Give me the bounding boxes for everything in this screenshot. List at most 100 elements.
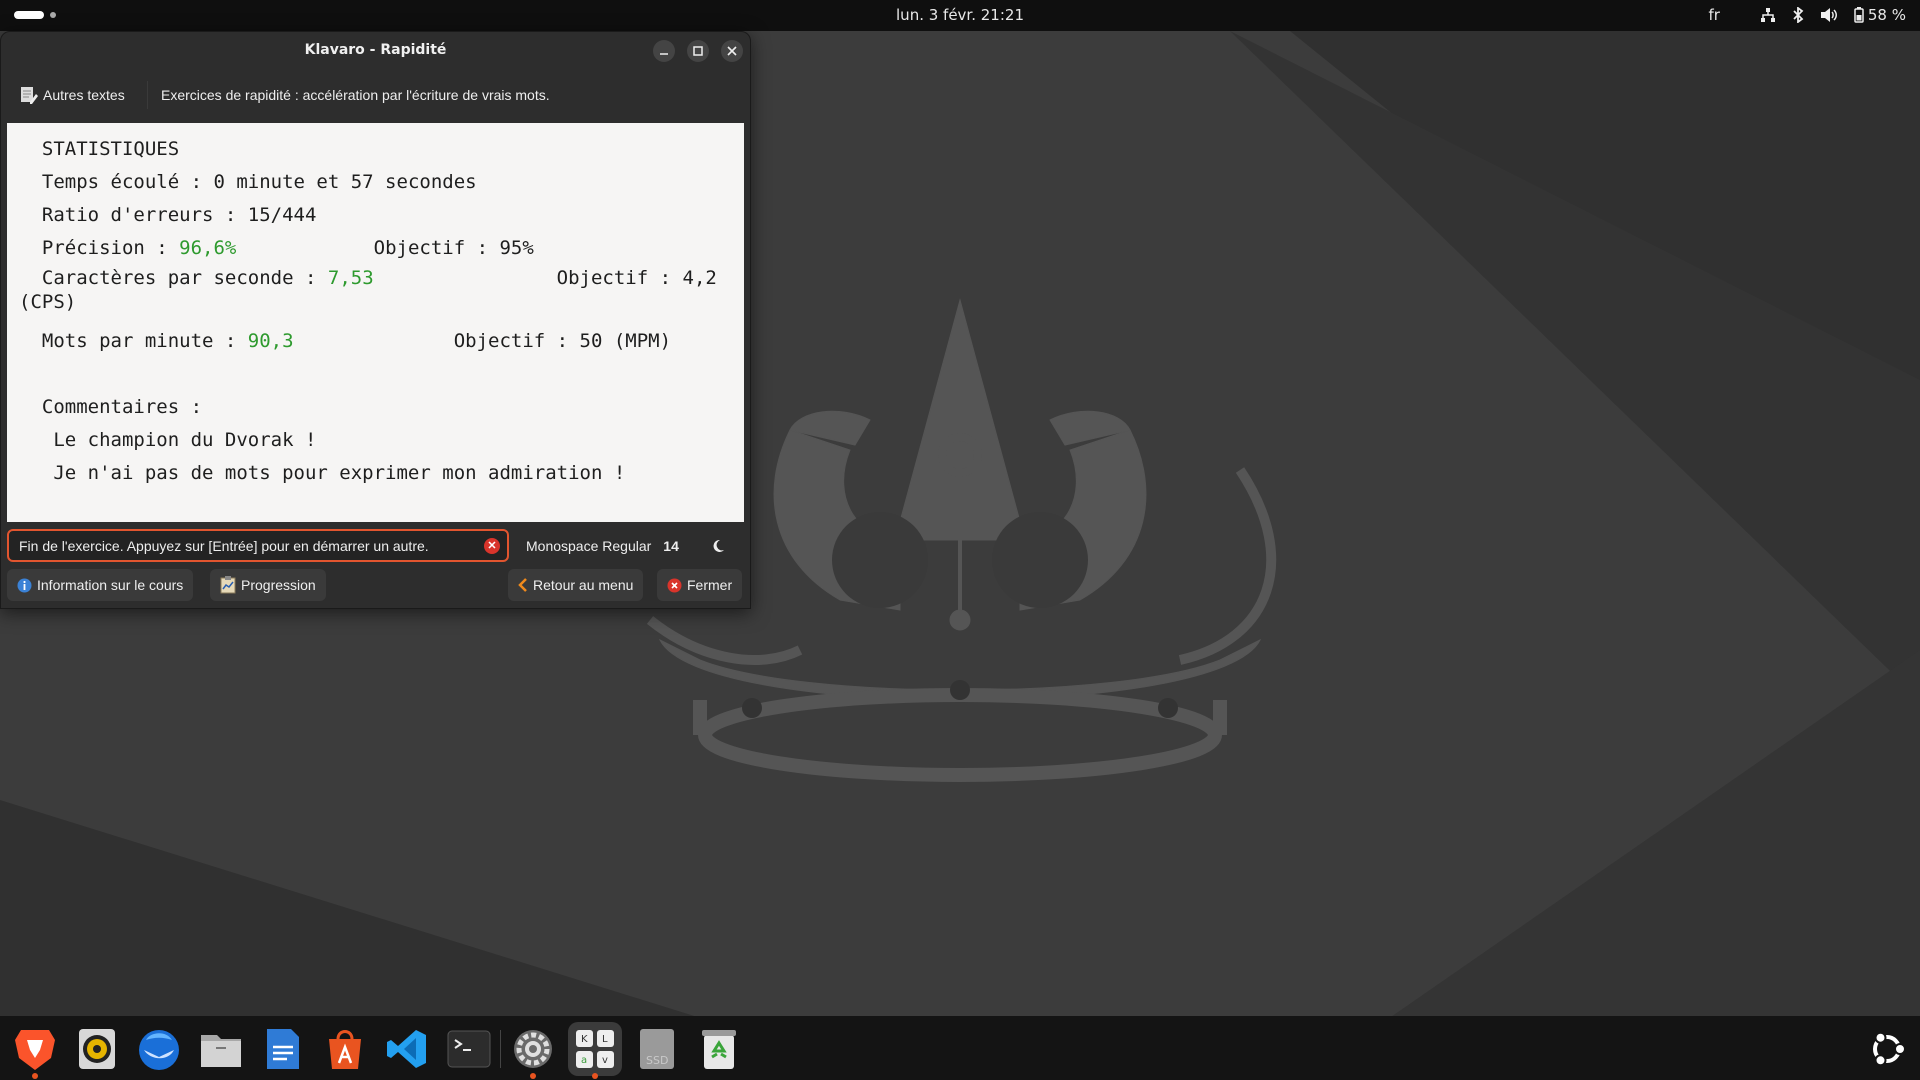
vscode-icon xyxy=(387,1030,426,1068)
ssd-label: SSD xyxy=(646,1054,668,1067)
cps-unit-line: (CPS) xyxy=(19,291,77,313)
svg-text:v: v xyxy=(602,1055,608,1066)
dock-rhythmbox[interactable] xyxy=(70,1022,124,1076)
dock-brave-browser[interactable] xyxy=(8,1022,62,1079)
dock-klavaro[interactable]: K La v xyxy=(568,1022,622,1079)
font-size: 14 xyxy=(663,537,679,554)
dock-trash[interactable] xyxy=(692,1022,746,1076)
dock-thunderbird[interactable] xyxy=(132,1022,186,1076)
maximize-button[interactable] xyxy=(687,40,709,62)
dock-separator xyxy=(500,1030,501,1068)
document-edit-icon xyxy=(21,87,38,104)
network-icon xyxy=(1760,8,1775,22)
drive-icon: SSD xyxy=(640,1029,674,1069)
close-circle-icon xyxy=(667,578,682,592)
dock-terminal[interactable] xyxy=(442,1022,496,1076)
svg-text:L: L xyxy=(602,1034,608,1045)
thunderbird-icon xyxy=(139,1030,179,1070)
course-info-label: Information sur le cours xyxy=(37,577,184,593)
terminal-icon xyxy=(447,1030,491,1068)
back-to-menu-label: Retour au menu xyxy=(533,577,634,593)
window-title: Klavaro - Rapidité xyxy=(304,42,447,58)
error-ratio-line: Ratio d'erreurs : 15/444 xyxy=(41,204,317,226)
typing-entry-text: Fin de l'exercice. Appuyez sur [Entrée] … xyxy=(19,538,429,554)
precision-goal: Objectif : 95% xyxy=(373,237,534,259)
running-indicator xyxy=(530,1073,536,1079)
dock: K La v SSD xyxy=(0,1016,1920,1080)
dock-app-center[interactable] xyxy=(318,1022,372,1076)
maximize-icon xyxy=(693,46,703,56)
show-apps-button[interactable] xyxy=(1860,1022,1914,1076)
clear-entry-icon[interactable]: ✕ xyxy=(484,538,500,554)
clock[interactable]: lun. 3 févr. 21:21 xyxy=(0,6,1920,24)
back-to-menu-button[interactable]: Retour au menu xyxy=(508,569,644,601)
progression-label: Progression xyxy=(241,577,316,593)
close-button[interactable]: Fermer xyxy=(657,569,743,601)
running-indicator xyxy=(32,1073,38,1079)
klavaro-window: Klavaro - Rapidité Autres textes Exercic… xyxy=(0,31,751,609)
svg-text:K: K xyxy=(581,1034,588,1045)
dock-vscode[interactable] xyxy=(380,1022,434,1076)
top-panel: lun. 3 févr. 21:21 fr 58 % xyxy=(0,0,1920,31)
ubuntu-logo-icon xyxy=(1873,1031,1906,1067)
keyboard-layout-indicator[interactable]: fr xyxy=(1708,6,1719,24)
dock-settings[interactable] xyxy=(506,1022,560,1079)
info-icon xyxy=(17,578,32,592)
clipboard-chart-icon xyxy=(220,576,236,594)
gear-icon xyxy=(514,1030,552,1068)
comment-line: Je n'ai pas de mots pour exprimer mon ad… xyxy=(53,462,626,484)
comment-line: Le champion du Dvorak ! xyxy=(53,429,317,451)
font-chooser-button[interactable]: Monospace Regular 14 xyxy=(516,529,689,562)
minimize-icon xyxy=(660,53,668,55)
volume-icon xyxy=(1820,8,1837,22)
speaker-icon xyxy=(79,1029,115,1069)
battery-indicator[interactable]: 58 % xyxy=(1854,6,1906,24)
progression-button[interactable]: Progression xyxy=(210,569,326,601)
precision-line: Précision : 96,6% Objectif : 95% xyxy=(41,237,534,259)
moon-icon xyxy=(713,539,724,552)
statistics-panel: STATISTIQUES Temps écoulé : 0 minute et … xyxy=(7,123,744,522)
exercise-description: Exercices de rapidité : accélération par… xyxy=(161,87,550,103)
dock-ssd-drive[interactable]: SSD xyxy=(630,1022,684,1076)
running-indicator xyxy=(592,1073,598,1079)
toolbar-separator xyxy=(147,81,148,109)
typing-entry[interactable]: Fin de l'exercice. Appuyez sur [Entrée] … xyxy=(7,529,509,562)
brave-lion-icon xyxy=(15,1030,55,1070)
other-texts-label: Autres textes xyxy=(43,87,125,103)
svg-text:a: a xyxy=(581,1055,587,1066)
cps-value: 7,53 xyxy=(327,267,374,289)
button-row: Information sur le cours Progression Ret… xyxy=(1,569,750,605)
window-toolbar: Autres textes Exercices de rapidité : ac… xyxy=(1,69,750,123)
battery-icon xyxy=(1854,7,1864,23)
font-name: Monospace Regular xyxy=(526,537,652,554)
dock-libreoffice-writer[interactable] xyxy=(256,1022,310,1076)
input-row: Fin de l'exercice. Appuyez sur [Entrée] … xyxy=(1,529,750,565)
comments-heading: Commentaires : xyxy=(41,396,203,418)
bluetooth-icon xyxy=(1793,7,1804,23)
writer-document-icon xyxy=(267,1029,299,1069)
window-titlebar[interactable]: Klavaro - Rapidité xyxy=(1,32,750,69)
folder-icon xyxy=(201,1035,241,1067)
night-mode-toggle[interactable] xyxy=(707,535,729,557)
course-info-button[interactable]: Information sur le cours xyxy=(7,569,194,601)
wpm-value: 90,3 xyxy=(247,330,294,352)
precision-value: 96,6% xyxy=(179,237,237,259)
close-window-button[interactable] xyxy=(721,40,743,62)
wpm-line: Mots par minute : 90,3 Objectif : 50 (MP… xyxy=(41,330,672,352)
wpm-goal: Objectif : 50 (MPM) xyxy=(453,330,672,352)
other-texts-button[interactable]: Autres textes xyxy=(11,78,133,112)
close-icon xyxy=(727,46,737,56)
system-tray[interactable]: fr 58 % xyxy=(1708,6,1906,24)
cps-line: Caractères par seconde : 7,53 Objectif :… xyxy=(41,267,717,289)
chevron-left-icon xyxy=(518,578,527,592)
app-center-bag-icon xyxy=(329,1030,361,1069)
recycle-bin-icon xyxy=(702,1030,736,1069)
minimize-button[interactable] xyxy=(653,40,675,62)
klavaro-keyboard-icon: K La v xyxy=(576,1030,614,1068)
close-label: Fermer xyxy=(687,577,733,593)
elapsed-time-line: Temps écoulé : 0 minute et 57 secondes xyxy=(41,171,477,193)
battery-percentage: 58 % xyxy=(1867,6,1906,24)
stats-heading: STATISTIQUES xyxy=(41,138,180,160)
dock-files[interactable] xyxy=(194,1022,248,1076)
